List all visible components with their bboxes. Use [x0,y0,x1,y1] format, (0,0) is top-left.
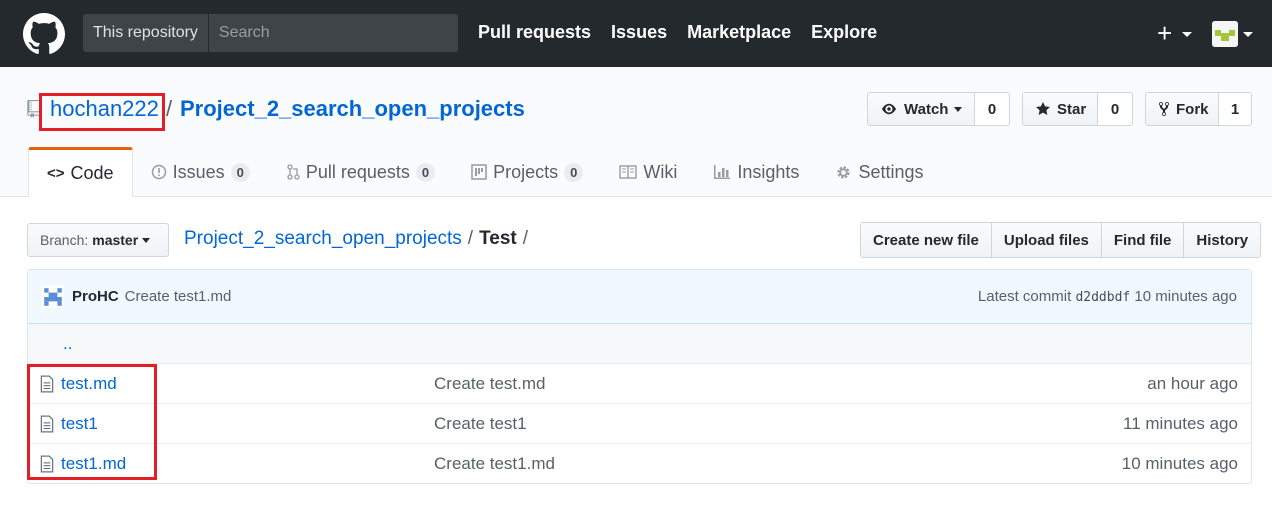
breadcrumb-current-dir: Test [479,228,517,249]
graph-icon [714,165,731,179]
file-commit-message[interactable]: Create test1 [434,414,527,434]
counter-badge: 0 [564,162,584,182]
tab-issues[interactable]: Issues 0 [133,147,268,197]
file-age: an hour ago [1147,373,1238,393]
tab-projects[interactable]: Projects 0 [453,147,601,197]
find-file-button[interactable]: Find file [1101,223,1185,257]
search-bar: This repository [83,14,458,52]
file-age: 10 minutes ago [1121,454,1238,473]
breadcrumb-separator: / [467,228,474,249]
code-icon: <> [47,164,65,182]
nav-explore[interactable]: Explore [811,22,877,43]
fork-button[interactable]: Fork [1145,92,1219,126]
tab-label: Pull requests [305,161,410,182]
fork-count[interactable]: 1 [1219,92,1252,126]
tab-code[interactable]: <> Code [28,147,133,197]
table-row: test.md Create test.md an hour ago [28,364,1251,404]
nav-marketplace[interactable]: Marketplace [687,22,791,43]
pull-request-icon [287,164,300,180]
commit-sha[interactable]: d2ddbdf [1075,290,1130,305]
github-logo-icon[interactable] [23,13,65,55]
star-button[interactable]: Star [1022,92,1098,126]
chevron-down-icon [142,237,151,243]
create-new-file-button[interactable]: Create new file [861,223,992,257]
tab-wiki[interactable]: Wiki [601,147,695,197]
gear-icon [837,165,851,179]
parent-directory-row[interactable]: .. [28,324,1251,364]
book-icon [619,165,638,179]
star-label: Star [1057,100,1087,118]
watch-button[interactable]: Watch [867,92,975,126]
fork-icon [1159,101,1169,117]
tab-label: Code [70,162,114,183]
watch-count[interactable]: 0 [975,92,1010,126]
tab-label: Wiki [643,161,678,182]
commit-author[interactable]: ProHC [72,288,119,305]
eye-icon [882,103,896,115]
latest-commit-bar: ProHC Create test1.md Latest commit d2dd… [28,270,1251,324]
file-table: ProHC Create test1.md Latest commit d2dd… [27,269,1252,484]
history-button[interactable]: History [1184,223,1261,257]
tab-label: Issues [172,161,225,182]
repo-name-link[interactable]: Project_2_search_open_projects [180,96,525,122]
star-count[interactable]: 0 [1098,92,1133,126]
latest-commit-info: Latest commit d2ddbdf 10 minutes ago [978,288,1237,305]
branch-selector[interactable]: Branch: master [27,223,169,257]
highlight-box-files [27,364,157,480]
nav-issues[interactable]: Issues [611,22,667,43]
counter-badge: 0 [230,162,250,182]
tab-label: Projects [493,161,559,182]
file-age: 11 minutes ago [1123,413,1238,433]
chevron-down-icon[interactable] [1182,32,1192,37]
tab-pull-requests[interactable]: Pull requests 0 [268,147,453,197]
tab-label: Insights [737,161,800,182]
project-icon [471,164,487,180]
tab-label: Settings [858,161,924,182]
file-actions: Create new file Upload files Find file H… [860,222,1262,258]
upload-files-button[interactable]: Upload files [991,223,1102,257]
watch-label: Watch [904,100,949,118]
plus-icon[interactable]: + [1157,20,1172,46]
repo-tabs: <> Code Issues 0 Pull requests 0 Project… [28,147,941,197]
nav-pull-requests[interactable]: Pull requests [478,22,591,43]
breadcrumb: Project_2_search_open_projects / Test / [184,228,528,250]
avatar[interactable] [42,285,64,308]
breadcrumb-repo-link[interactable]: Project_2_search_open_projects [184,228,462,250]
chevron-down-icon [954,106,963,112]
path-separator: / [166,96,173,121]
file-commit-message[interactable]: Create test.md [434,374,546,394]
global-header: This repository Pull requests Issues Mar… [0,0,1272,67]
chevron-down-icon[interactable] [1243,32,1253,37]
search-scope-label: This repository [83,14,209,52]
branch-name: master [92,232,139,248]
commit-age: 10 minutes ago [1134,288,1237,305]
fork-label: Fork [1176,100,1209,118]
commit-message[interactable]: Create test1.md [125,288,232,305]
parent-directory-link[interactable]: .. [63,334,72,354]
branch-prefix: Branch: [40,232,89,248]
latest-commit-label: Latest commit [977,288,1072,305]
issue-icon [151,164,166,180]
counter-badge: 0 [415,162,436,182]
tab-insights[interactable]: Insights [695,147,817,197]
breadcrumb-separator: / [522,228,529,249]
user-avatar[interactable] [1212,21,1238,47]
star-icon [1036,102,1050,115]
search-input[interactable] [208,14,458,52]
highlight-box-owner [39,93,165,131]
table-row: test1.md Create test1.md 10 minutes ago [28,444,1251,484]
header-nav: Pull requests Issues Marketplace Explore [478,22,877,43]
table-row: test1 Create test1 11 minutes ago [28,404,1251,444]
tab-settings[interactable]: Settings [817,147,941,197]
file-commit-message[interactable]: Create test1.md [434,454,555,474]
